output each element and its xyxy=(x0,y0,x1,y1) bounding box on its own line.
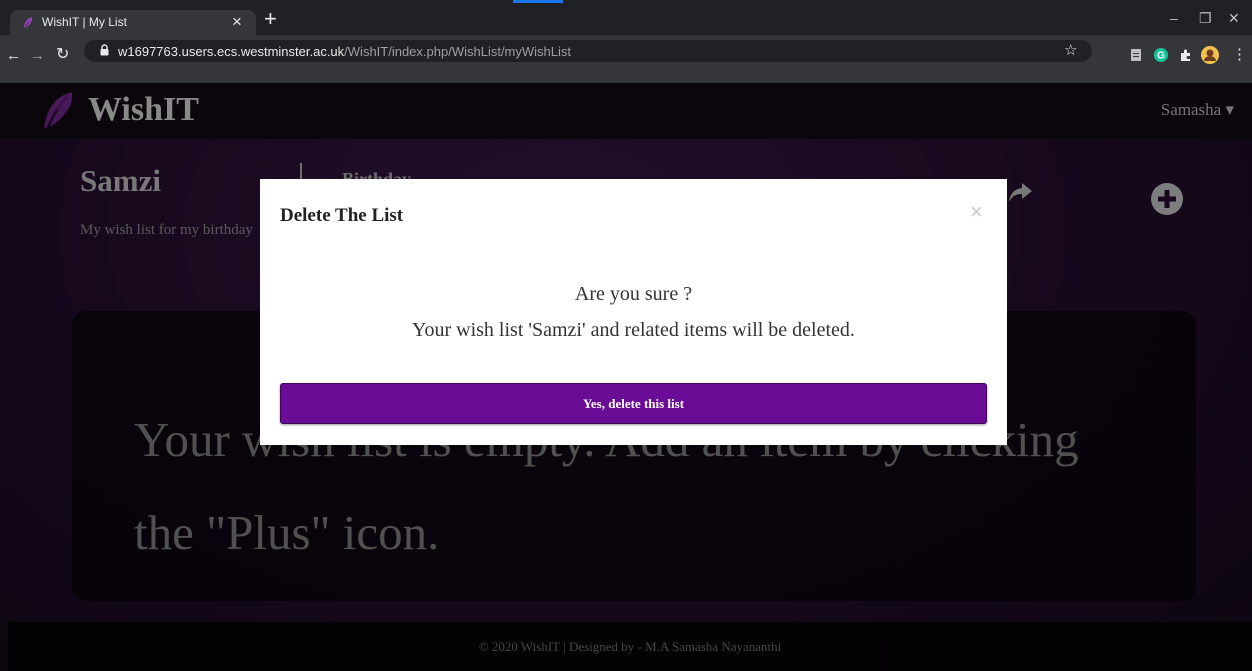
modal-confirm-question: Are you sure ? xyxy=(574,283,693,305)
tab-close-icon[interactable]: × xyxy=(232,12,242,32)
extensions-puzzle-icon[interactable] xyxy=(1178,47,1194,63)
modal-title: Delete The List xyxy=(280,205,404,226)
feather-favicon-icon xyxy=(24,17,33,28)
back-button[interactable]: ← xyxy=(6,48,21,64)
url-path: /WishIT/index.php/WishList/myWishList xyxy=(344,44,572,59)
address-bar[interactable]: w1697763.users.ecs.westminster.ac.uk/Wis… xyxy=(84,40,1092,62)
lock-icon xyxy=(100,44,109,56)
tab-strip: WishIT | My List × + xyxy=(0,0,1252,35)
browser-menu-icon[interactable]: ⋮ xyxy=(1232,47,1247,63)
minimize-button[interactable]: – xyxy=(1170,10,1178,26)
confirm-delete-button[interactable]: Yes, delete this list xyxy=(280,383,987,424)
url-host: w1697763.users.ecs.westminster.ac.uk xyxy=(118,44,345,59)
bookmark-star-icon[interactable]: ☆ xyxy=(1064,41,1077,59)
delete-list-modal: Delete The List × Are you sure ? Your wi… xyxy=(260,179,1007,445)
new-tab-button[interactable]: + xyxy=(264,8,277,30)
svg-text:G: G xyxy=(1157,51,1165,62)
document-extension-icon[interactable] xyxy=(1128,47,1144,63)
maximize-button[interactable]: ❐ xyxy=(1199,10,1212,27)
close-window-button[interactable]: ✕ xyxy=(1228,10,1240,27)
modal-warning-text: Your wish list 'Samzi' and related items… xyxy=(412,319,855,341)
browser-toolbar: ← → ↻ w1697763.users.ecs.westminster.ac.… xyxy=(0,35,1252,83)
url-text: w1697763.users.ecs.westminster.ac.uk/Wis… xyxy=(118,44,571,59)
tab-title: WishIT | My List xyxy=(42,15,127,29)
reload-button[interactable]: ↻ xyxy=(56,47,69,63)
forward-button[interactable]: → xyxy=(30,48,45,64)
modal-close-icon[interactable]: × xyxy=(970,201,983,223)
grammarly-extension-icon[interactable]: G xyxy=(1153,47,1169,63)
profile-avatar-icon[interactable] xyxy=(1200,45,1220,65)
browser-tab[interactable]: WishIT | My List × xyxy=(10,10,256,35)
